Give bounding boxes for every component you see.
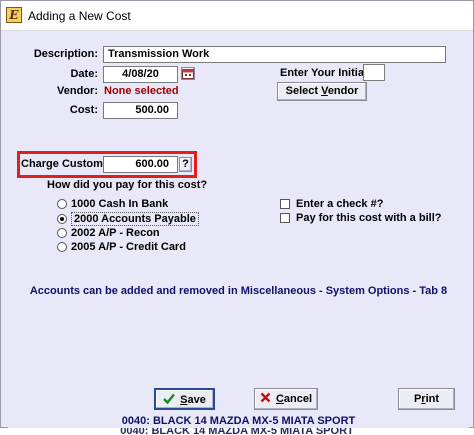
cancel-label-rest: ancel <box>283 393 313 405</box>
radio-label: 2000 Accounts Payable <box>71 212 199 226</box>
radio-label: 1000 Cash In Bank <box>71 198 169 210</box>
cancel-button[interactable]: Cancel <box>254 388 318 410</box>
checkbox-label: Enter a check #? <box>296 198 384 210</box>
checkbox[interactable] <box>280 213 290 223</box>
radio-button-selected[interactable] <box>57 214 67 224</box>
check-enter-check-number[interactable]: Enter a check #? <box>280 198 383 210</box>
checkbox-label: Pay for this cost with a bill? <box>296 212 442 224</box>
vendor-label: Vendor: <box>57 85 98 97</box>
help-button[interactable]: ? <box>179 157 192 172</box>
radio-button[interactable] <box>57 228 67 238</box>
cost-field[interactable]: 500.00 <box>103 102 178 119</box>
radio-button[interactable] <box>57 242 67 252</box>
calendar-button[interactable] <box>181 67 195 80</box>
date-field[interactable]: 4/08/20 <box>103 66 178 83</box>
payment-question: How did you pay for this cost? <box>47 179 208 191</box>
radio-ap-recon[interactable]: 2002 A/P - Recon <box>57 227 160 239</box>
save-label-rest: ave <box>187 394 206 406</box>
calendar-icon <box>182 69 194 79</box>
check-pay-with-bill[interactable]: Pay for this cost with a bill? <box>280 212 441 224</box>
date-label: Date: <box>70 68 98 80</box>
radio-ap-credit-card[interactable]: 2005 A/P - Credit Card <box>57 241 186 253</box>
cancel-accel: C <box>275 393 284 405</box>
info-message: Accounts can be added and removed in Mis… <box>29 285 448 297</box>
radio-button[interactable] <box>57 199 67 209</box>
description-label: Description: <box>33 48 98 60</box>
initials-field[interactable] <box>363 64 385 81</box>
select-vendor-label-pre: Select <box>285 85 322 97</box>
vendor-value: None selected <box>104 85 179 97</box>
select-vendor-accel: V <box>321 85 328 97</box>
dialog-window: E Adding a New Cost Description: Transmi… <box>0 0 474 428</box>
radio-accounts-payable[interactable]: 2000 Accounts Payable <box>57 212 199 226</box>
select-vendor-button[interactable]: Select Vendor <box>277 82 367 101</box>
charge-customer-field[interactable]: 600.00 <box>103 156 178 173</box>
radio-label: 2005 A/P - Credit Card <box>71 241 186 253</box>
save-button[interactable]: Save <box>154 388 215 410</box>
background-window-text: 0040: BLACK 14 MAZDA MX-5 MIATA SPORT <box>120 428 354 435</box>
radio-cash-in-bank[interactable]: 1000 Cash In Bank <box>57 198 168 210</box>
print-button[interactable]: Print <box>398 388 455 410</box>
vehicle-footer: 0040: BLACK 14 MAZDA MX-5 MIATA SPORT <box>121 415 356 427</box>
app-icon: E <box>6 7 22 23</box>
title-bar: E Adding a New Cost <box>1 1 473 31</box>
radio-label: 2002 A/P - Recon <box>71 227 160 239</box>
dialog-body: Description: Transmission Work Date: 4/0… <box>8 32 469 428</box>
checkmark-icon <box>163 393 176 405</box>
select-vendor-label-post: endor <box>327 85 359 97</box>
cost-label: Cost: <box>69 104 98 116</box>
print-label-post: int <box>425 393 440 405</box>
checkbox[interactable] <box>280 199 290 209</box>
description-field[interactable]: Transmission Work <box>103 46 446 63</box>
window-title: Adding a New Cost <box>28 9 131 23</box>
x-icon <box>260 392 271 403</box>
